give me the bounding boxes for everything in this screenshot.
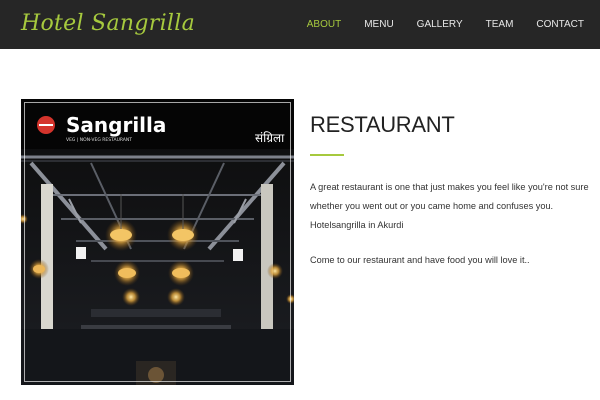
nav-item-team[interactable]: TEAM bbox=[486, 19, 514, 30]
main-nav: ABOUT MENU GALLERY TEAM CONTACT bbox=[307, 19, 584, 30]
section-paragraph-2: Come to our restaurant and have food you… bbox=[310, 255, 530, 265]
nav-item-about[interactable]: ABOUT bbox=[307, 19, 341, 30]
brand-logo[interactable]: Hotel Sangrilla bbox=[21, 11, 195, 36]
restaurant-photo: Sangrilla VEG | NON-VEG RESTAURANT संग्र… bbox=[21, 99, 294, 385]
sign-text: Sangrilla bbox=[66, 113, 166, 137]
section-paragraph-1: A great restaurant is one that just make… bbox=[310, 182, 589, 230]
sign-subtext: VEG | NON-VEG RESTAURANT bbox=[66, 137, 132, 143]
nav-item-menu[interactable]: MENU bbox=[364, 19, 393, 30]
nav-item-contact[interactable]: CONTACT bbox=[536, 19, 584, 30]
nav-item-gallery[interactable]: GALLERY bbox=[417, 19, 463, 30]
restaurant-photo-illustration: Sangrilla VEG | NON-VEG RESTAURANT संग्र… bbox=[21, 99, 294, 385]
section-title: RESTAURANT bbox=[310, 112, 455, 137]
about-section: RESTAURANT A great restaurant is one tha… bbox=[310, 112, 590, 270]
title-underline bbox=[310, 154, 344, 156]
navbar: Hotel Sangrilla ABOUT MENU GALLERY TEAM … bbox=[0, 0, 600, 49]
sign-marathi-text: संग्रिला bbox=[255, 131, 285, 145]
